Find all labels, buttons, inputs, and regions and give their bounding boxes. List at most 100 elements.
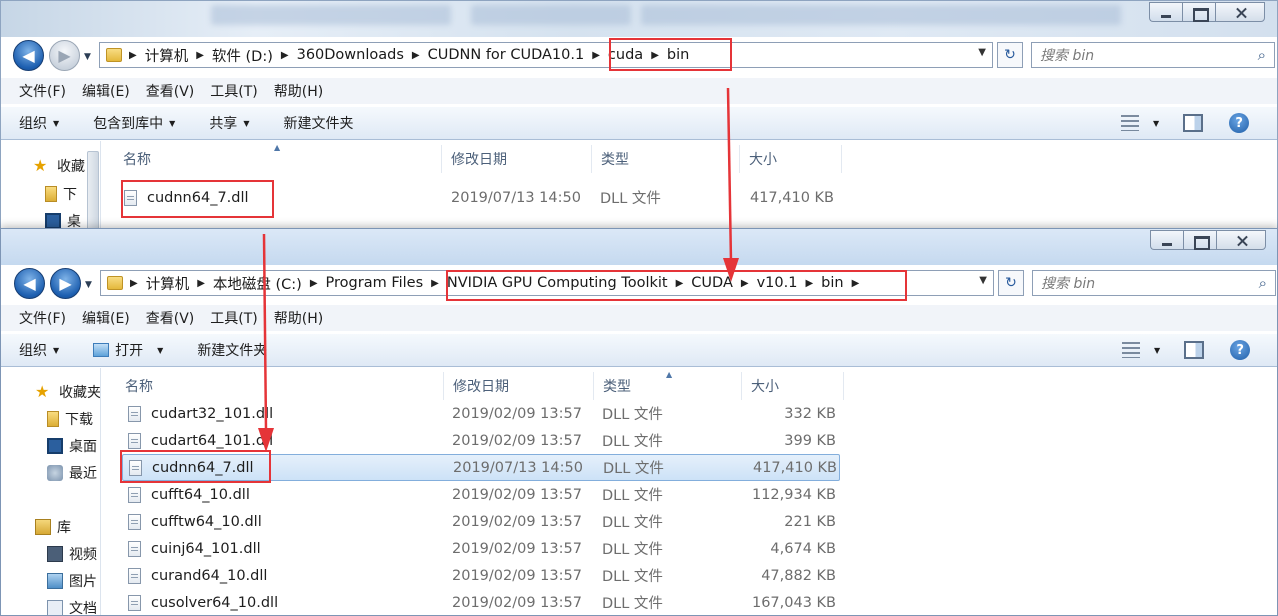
menu-edit[interactable]: 编辑(E): [74, 81, 138, 101]
view-options-icon[interactable]: [1122, 342, 1140, 358]
column-header-type[interactable]: 类型: [592, 145, 740, 173]
column-header-name[interactable]: 名称: [116, 372, 444, 400]
file-row[interactable]: cuinj64_101.dll 2019/02/09 13:57 DLL 文件 4,6…: [122, 535, 840, 562]
breadcrumb-item[interactable]: 计算机: [139, 45, 195, 66]
history-dropdown-icon[interactable]: ▼: [84, 52, 91, 62]
breadcrumb-item[interactable]: NVIDIA GPU Computing Toolkit: [441, 275, 674, 291]
new-folder-button[interactable]: 新建文件夹: [283, 113, 353, 133]
forward-button[interactable]: ▶: [49, 40, 80, 71]
refresh-button[interactable]: ↻: [997, 42, 1023, 68]
nav-favorites[interactable]: ★ 收藏夹: [35, 382, 100, 402]
maximize-button[interactable]: [1182, 2, 1215, 22]
nav-recent[interactable]: 最近: [47, 463, 97, 483]
organize-button[interactable]: 组织 ▼: [19, 340, 59, 360]
caret-down-icon[interactable]: ▼: [1154, 346, 1160, 355]
breadcrumb-item[interactable]: CUDA: [685, 275, 739, 291]
breadcrumb-item[interactable]: bin: [661, 47, 695, 63]
column-header-name[interactable]: 名称 ▲: [114, 143, 442, 173]
file-row[interactable]: cudart64_101.dll 2019/02/09 13:57 DLL 文件 39…: [122, 427, 840, 454]
breadcrumb-item[interactable]: 360Downloads: [291, 47, 410, 63]
breadcrumb-item[interactable]: 计算机: [140, 273, 196, 294]
new-folder-button[interactable]: 新建文件夹: [197, 340, 267, 360]
breadcrumb-item[interactable]: v10.1: [751, 275, 804, 291]
file-row[interactable]: curand64_10.dll 2019/02/09 13:57 DLL 文件 47,…: [122, 562, 840, 589]
nav-videos[interactable]: 视频: [47, 544, 97, 564]
close-button[interactable]: [1215, 2, 1265, 22]
nav-libraries[interactable]: 库: [35, 517, 71, 537]
search-icon[interactable]: ⌕: [1259, 274, 1267, 292]
new-folder-label: 新建文件夹: [283, 116, 354, 132]
column-label: 大小: [751, 379, 779, 395]
preview-pane-icon[interactable]: [1183, 114, 1204, 132]
menu-edit[interactable]: 编辑(E): [74, 308, 138, 328]
file-row[interactable]: cudnn64_7.dll 2019/07/13 14:50 DLL 文件 417,4…: [122, 454, 840, 481]
breadcrumb-item[interactable]: 本地磁盘 (C:): [207, 273, 308, 294]
address-dropdown-icon[interactable]: ▼: [978, 47, 986, 58]
back-button[interactable]: ◀: [14, 268, 45, 299]
menu-tools[interactable]: 工具(T): [202, 81, 265, 101]
refresh-button[interactable]: ↻: [998, 270, 1024, 296]
organize-button[interactable]: 组织 ▼: [19, 113, 59, 133]
help-icon[interactable]: ?: [1229, 113, 1250, 133]
share-button[interactable]: 共享 ▼: [209, 113, 249, 133]
breadcrumb-item[interactable]: bin: [815, 275, 849, 291]
breadcrumb-item[interactable]: CUDNN for CUDA10.1: [422, 47, 591, 63]
nav-scrollbar[interactable]: [87, 151, 99, 231]
minimize-button[interactable]: [1149, 2, 1182, 22]
file-type: DLL 文件: [602, 407, 663, 423]
search-icon[interactable]: ⌕: [1258, 46, 1266, 64]
file-size: 221 KB: [784, 513, 836, 530]
menu-help[interactable]: 帮助(H): [266, 81, 331, 101]
caret-down-icon: ▼: [157, 345, 164, 355]
file-row[interactable]: cusolver64_10.dll 2019/02/09 13:57 DLL 文件 1…: [122, 589, 840, 615]
file-row[interactable]: cufftw64_10.dll 2019/02/09 13:57 DLL 文件 221…: [122, 508, 840, 535]
dll-file-icon: [128, 540, 141, 557]
preview-pane-icon[interactable]: [1184, 341, 1205, 359]
menu-tools[interactable]: 工具(T): [202, 308, 265, 328]
nav-pictures[interactable]: 图片: [47, 571, 97, 591]
search-input[interactable]: 搜索 bin ⌕: [1031, 42, 1275, 68]
close-button[interactable]: [1216, 230, 1266, 250]
breadcrumb-item[interactable]: cuda: [602, 47, 649, 63]
view-options-icon[interactable]: [1121, 115, 1139, 131]
open-button[interactable]: 打开 ▼: [93, 340, 163, 360]
help-icon[interactable]: ?: [1230, 340, 1251, 360]
address-bar[interactable]: ▶ 计算机 ▶ 软件 (D:) ▶ 360Downloads ▶ CUDNN f…: [99, 42, 993, 68]
nav-label: 桌面: [69, 439, 97, 455]
file-row[interactable]: cudart32_101.dll 2019/02/09 13:57 DLL 文件 33…: [122, 400, 840, 427]
include-in-library-button[interactable]: 包含到库中 ▼: [93, 113, 175, 133]
menu-view[interactable]: 查看(V): [138, 308, 203, 328]
column-header-date[interactable]: 修改日期: [444, 372, 594, 400]
menu-file[interactable]: 文件(F): [11, 81, 74, 101]
address-dropdown-icon[interactable]: ▼: [979, 275, 987, 286]
file-name: cudart32_101.dll: [151, 405, 274, 422]
back-button[interactable]: ◀: [13, 40, 44, 71]
column-header-size[interactable]: 大小: [742, 372, 844, 400]
menu-help[interactable]: 帮助(H): [266, 308, 331, 328]
navigation-pane: ★ 收藏 下 桌: [1, 141, 101, 231]
minimize-button[interactable]: [1150, 230, 1183, 250]
nav-desktop[interactable]: 桌面: [47, 436, 97, 456]
chevron-right-icon: ▶: [130, 277, 138, 289]
nav-documents[interactable]: 文档: [47, 598, 97, 615]
nav-downloads[interactable]: 下: [45, 184, 77, 204]
search-input[interactable]: 搜索 bin ⌕: [1032, 270, 1276, 296]
file-row[interactable]: cudnn64_7.dll 2019/07/13 14:50 DLL 文件 41…: [124, 184, 844, 211]
address-bar[interactable]: ▶ 计算机 ▶ 本地磁盘 (C:) ▶ Program Files ▶ NVID…: [100, 270, 994, 296]
breadcrumb-item[interactable]: 软件 (D:): [206, 45, 279, 66]
nav-downloads[interactable]: 下载: [47, 409, 93, 429]
breadcrumb-item[interactable]: Program Files: [320, 275, 430, 291]
file-row[interactable]: cufft64_10.dll 2019/02/09 13:57 DLL 文件 112,…: [122, 481, 840, 508]
menu-view[interactable]: 查看(V): [138, 81, 203, 101]
caret-down-icon[interactable]: ▼: [1153, 119, 1159, 128]
menu-file[interactable]: 文件(F): [11, 308, 74, 328]
nav-favorites[interactable]: ★ 收藏: [33, 156, 85, 176]
new-folder-label: 新建文件夹: [197, 343, 268, 359]
column-header-size[interactable]: 大小: [740, 145, 842, 173]
column-header-type[interactable]: 类型 ▲: [594, 370, 742, 400]
column-header-date[interactable]: 修改日期: [442, 145, 592, 173]
maximize-button[interactable]: [1183, 230, 1216, 250]
downloads-folder-icon: [47, 411, 59, 427]
history-dropdown-icon[interactable]: ▼: [85, 280, 92, 290]
forward-button[interactable]: ▶: [50, 268, 81, 299]
